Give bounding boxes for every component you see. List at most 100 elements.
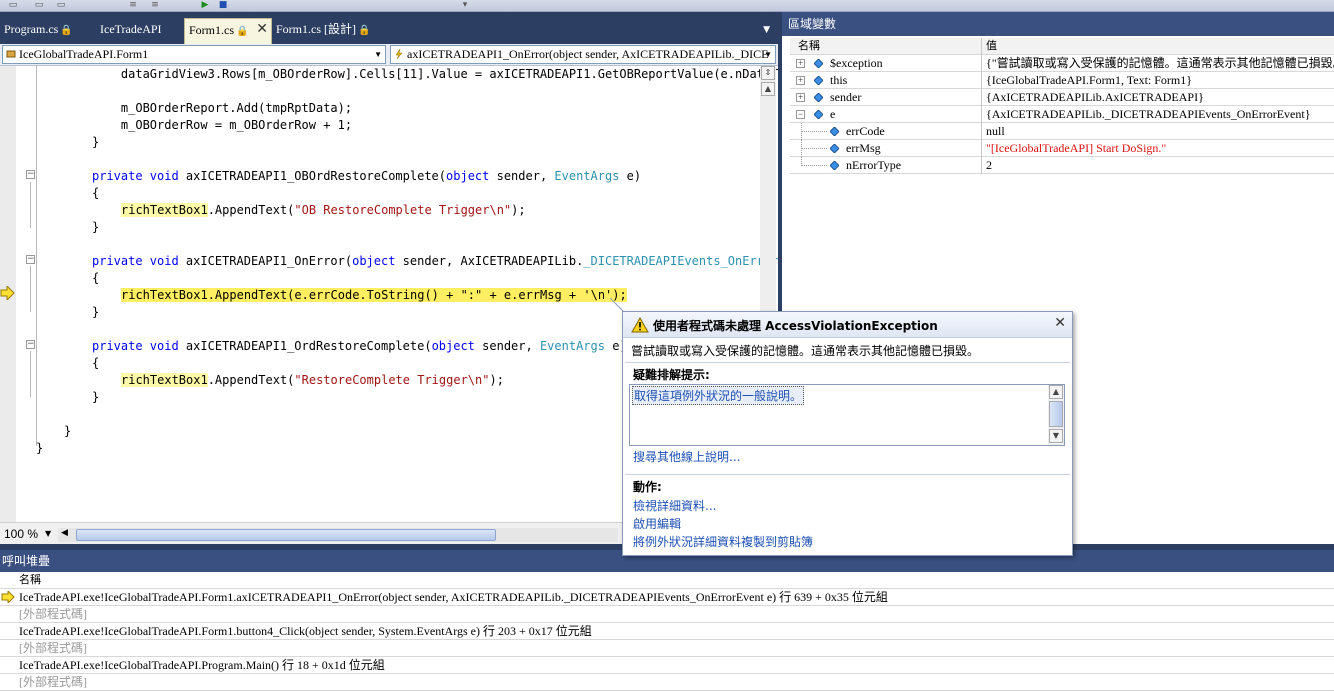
split-handle[interactable]: ⇕: [761, 66, 775, 80]
tips-scrollbar[interactable]: ▲ ▼: [1048, 385, 1064, 445]
code-text: e): [619, 169, 642, 183]
call-stack-row[interactable]: IceTradeAPI.exe!IceGlobalTradeAPI.Form1.…: [0, 623, 1334, 640]
call-stack-row[interactable]: IceTradeAPI.exe!IceGlobalTradeAPI.Form1.…: [0, 589, 1334, 606]
zoom-level[interactable]: 100 %: [4, 527, 38, 541]
troubleshooting-tips-list[interactable]: 取得這項例外狀況的一般說明。 ▲ ▼: [629, 384, 1065, 446]
locals-row[interactable]: + $exception {"嘗試讀取或寫入受保護的記憶體。這通常表示其他記憶體…: [790, 55, 1334, 72]
tab-form1-cs[interactable]: Form1.cs 🔒 ✕: [184, 18, 272, 44]
tab-label: Program.cs: [4, 22, 59, 36]
toolbar-icon[interactable]: ▭: [56, 1, 66, 10]
class-dropdown-value: IceGlobalTradeAPI.Form1: [19, 47, 149, 61]
tab-label: IceTradeAPI: [100, 22, 162, 36]
call-stack-frame: IceTradeAPI.exe!IceGlobalTradeAPI.Form1.…: [19, 624, 592, 638]
locals-row[interactable]: errMsg "[IceGlobalTradeAPI] Start DoSign…: [790, 140, 1334, 157]
zoom-dropdown-icon[interactable]: ▼: [45, 529, 51, 538]
keyword: private void: [92, 169, 186, 183]
tab-program-cs[interactable]: Program.cs 🔒: [0, 18, 90, 44]
exception-message: 嘗試讀取或寫入受保護的記憶體。這通常表示其他記憶體已損毀。: [631, 344, 980, 358]
call-stack-frame: [外部程式碼]: [19, 607, 87, 621]
call-stack-row[interactable]: [外部程式碼]: [0, 640, 1334, 657]
tab-list-dropdown-icon[interactable]: ▼: [763, 25, 770, 35]
type-name: EventArgs: [554, 169, 620, 183]
collapse-toggle[interactable]: −: [26, 255, 35, 264]
close-icon[interactable]: ✕: [1054, 315, 1066, 331]
scroll-up-icon[interactable]: ▲: [1049, 385, 1063, 399]
variable-name: nErrorType: [846, 158, 902, 172]
toolbar-icon[interactable]: ≡: [150, 1, 160, 10]
close-icon[interactable]: ✕: [256, 19, 268, 41]
document-tab-strip: Program.cs 🔒 IceTradeAPI Form1.cs 🔒 ✕ Form…: [0, 12, 778, 44]
editor-horizontal-scrollbar[interactable]: ◀: [58, 528, 618, 542]
exception-assistant: 使用者程式碼未處理 AccessViolationException ✕ 嘗試讀…: [622, 311, 1073, 556]
method-signature: private void axICETRADEAPI1_OrdRestoreCo…: [92, 338, 627, 355]
code-text: .AppendText(e.errCode.ToString() + ":" +…: [207, 288, 627, 302]
column-header-value[interactable]: 值: [984, 38, 1334, 54]
string-literal: "OB RestoreComplete Trigger\n": [294, 203, 512, 217]
code-line: }: [92, 390, 100, 404]
keyword: object: [446, 169, 490, 183]
collapse-icon[interactable]: −: [796, 110, 805, 119]
variable-icon: [814, 76, 823, 85]
type-name: _DICETRADEAPIEvents_OnErrorE: [583, 254, 786, 268]
call-stack-frame: [外部程式碼]: [19, 641, 87, 655]
code-text: .AppendText(: [207, 203, 295, 217]
call-stack-row[interactable]: [外部程式碼]: [0, 606, 1334, 623]
variable-value: "[IceGlobalTradeAPI] Start DoSign.": [986, 141, 1167, 155]
locals-row[interactable]: + this {IceGlobalTradeAPI.Form1, Text: F…: [790, 72, 1334, 89]
class-dropdown[interactable]: IceGlobalTradeAPI.Form1 ▼: [2, 45, 386, 64]
copy-details-link[interactable]: 將例外狀況詳細資料複製到剪貼簿: [633, 533, 813, 550]
collapse-toggle[interactable]: −: [26, 170, 35, 179]
scroll-thumb[interactable]: [76, 529, 496, 541]
enable-editing-link[interactable]: 啟用編輯: [633, 515, 681, 532]
code-line: richTextBox1.AppendText("OB RestoreCompl…: [121, 202, 526, 219]
tip-link[interactable]: 取得這項例外狀況的一般說明。: [632, 386, 805, 405]
tips-label: 疑難排解提示:: [633, 368, 710, 382]
column-header-name[interactable]: 名稱: [790, 38, 982, 55]
expand-icon[interactable]: +: [796, 59, 805, 68]
navigation-bar: IceGlobalTradeAPI.Form1 ▼ axICETRADEAPI1…: [0, 44, 778, 66]
member-dropdown[interactable]: axICETRADEAPI1_OnError(object sender, Ax…: [390, 45, 776, 64]
tab-icetradeapi[interactable]: IceTradeAPI: [96, 18, 176, 44]
exception-title: 使用者程式碼未處理 AccessViolationException: [653, 319, 938, 333]
code-text: .AppendText(: [207, 373, 295, 387]
locals-grid: 名稱 值 + $exception {"嘗試讀取或寫入受保護的記憶體。這通常表示…: [790, 38, 1334, 174]
keyword: private void: [92, 339, 186, 353]
code-line: }: [92, 135, 100, 149]
toolbar-dropdown-icon[interactable]: ▾: [460, 1, 470, 10]
search-help-link[interactable]: 搜尋其他線上說明...: [633, 448, 740, 465]
call-stack-row[interactable]: IceTradeAPI.exe!IceGlobalTradeAPI.Progra…: [0, 657, 1334, 674]
toolbar-icon[interactable]: ≡: [128, 1, 138, 10]
view-details-link[interactable]: 檢視詳細資料...: [633, 497, 716, 514]
scroll-down-icon[interactable]: ▼: [1049, 429, 1063, 443]
call-stack-grid: 名稱 IceTradeAPI.exe!IceGlobalTradeAPI.For…: [0, 572, 1334, 691]
collapse-toggle[interactable]: −: [26, 340, 35, 349]
type-name: EventArgs: [539, 339, 605, 353]
expand-icon[interactable]: +: [796, 93, 805, 102]
divider: [625, 362, 1070, 363]
identifier: richTextBox1: [121, 203, 208, 217]
identifier: richTextBox1: [121, 373, 208, 387]
variable-name: sender: [830, 90, 862, 104]
play-icon[interactable]: ▶: [200, 1, 210, 10]
code-text: );: [489, 373, 504, 387]
event-icon: [395, 49, 403, 59]
locals-row[interactable]: errCode null: [790, 123, 1334, 140]
toolbar-icon[interactable]: ▭: [8, 1, 18, 10]
tab-form1-designer[interactable]: Form1.cs [設計] 🔒: [272, 18, 382, 44]
scroll-up-icon[interactable]: ▲: [761, 82, 775, 96]
variable-icon: [830, 144, 839, 153]
expand-icon[interactable]: +: [796, 76, 805, 85]
scroll-left-icon[interactable]: ◀: [61, 528, 68, 538]
variable-value: {AxICETRADEAPILib.AxICETRADEAPI}: [986, 90, 1204, 104]
pane-title: 區域變數: [782, 12, 1334, 36]
code-line: }: [92, 220, 100, 234]
stop-icon[interactable]: ■: [218, 1, 228, 10]
column-header-name[interactable]: 名稱: [0, 572, 1334, 589]
call-stack-row[interactable]: [外部程式碼]: [0, 674, 1334, 691]
locals-row[interactable]: nErrorType 2: [790, 157, 1334, 174]
variable-value: {IceGlobalTradeAPI.Form1, Text: Form1}: [986, 73, 1192, 87]
toolbar-icon[interactable]: ▭: [34, 1, 44, 10]
locals-row[interactable]: + sender {AxICETRADEAPILib.AxICETRADEAPI…: [790, 89, 1334, 106]
scroll-thumb[interactable]: [1049, 401, 1063, 427]
locals-row[interactable]: − e {AxICETRADEAPILib._DICETRADEAPIEvent…: [790, 106, 1334, 123]
